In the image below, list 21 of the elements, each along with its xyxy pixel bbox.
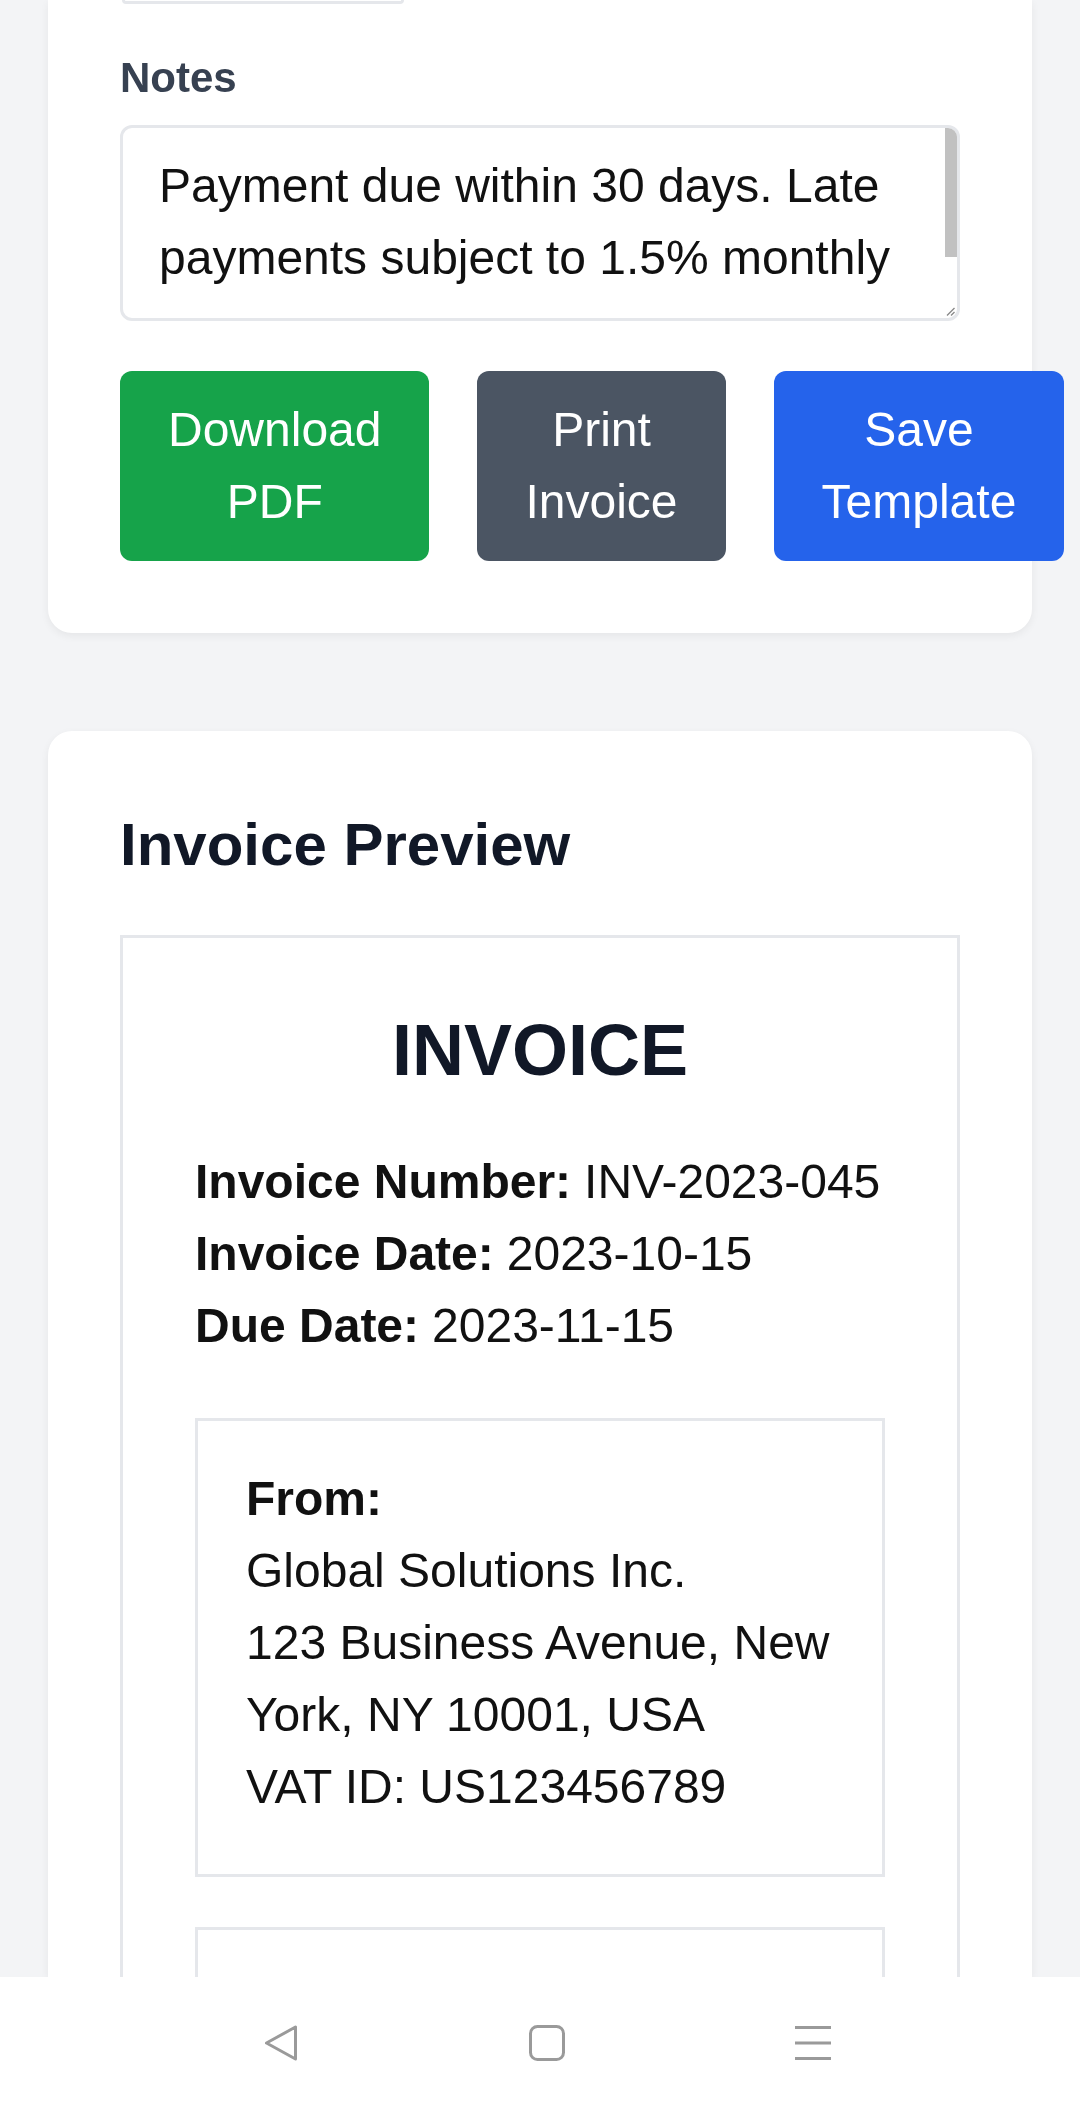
invoice-heading: INVOICE	[390, 1009, 690, 1092]
notes-label: Notes	[120, 53, 238, 103]
detail-label: Invoice Number:	[195, 1155, 572, 1208]
resize-handle-icon[interactable]	[946, 307, 955, 316]
notes-field[interactable]: Payment due within 30 days. Late payments subject to 1.5% monthly	[120, 125, 960, 321]
sender-label: From:	[246, 1471, 383, 1527]
sender-line: VAT ID: US123456789	[246, 1759, 728, 1815]
scrollbar-thumb[interactable]	[945, 128, 957, 257]
sender-line: Global Solutions Inc.	[246, 1543, 688, 1599]
detail-value: 2023-11-15	[432, 1299, 674, 1352]
detail-value: INV-2023-045	[584, 1155, 881, 1208]
detail-label: Due Date:	[195, 1299, 420, 1352]
section-title: Invoice Preview	[120, 810, 572, 880]
back-icon[interactable]	[263, 2025, 299, 2061]
detail-value: 2023-10-15	[506, 1227, 753, 1280]
menu-icon[interactable]	[795, 2025, 831, 2061]
save-button[interactable]: Save Template	[773, 371, 1065, 561]
detail-label: Invoice Date:	[195, 1227, 494, 1280]
home-icon[interactable]	[529, 2025, 565, 2061]
sender-line: 123 Business Avenue, New York, NY 10001, USA	[246, 1615, 831, 1743]
print-button[interactable]: Print Invoice	[477, 371, 726, 561]
